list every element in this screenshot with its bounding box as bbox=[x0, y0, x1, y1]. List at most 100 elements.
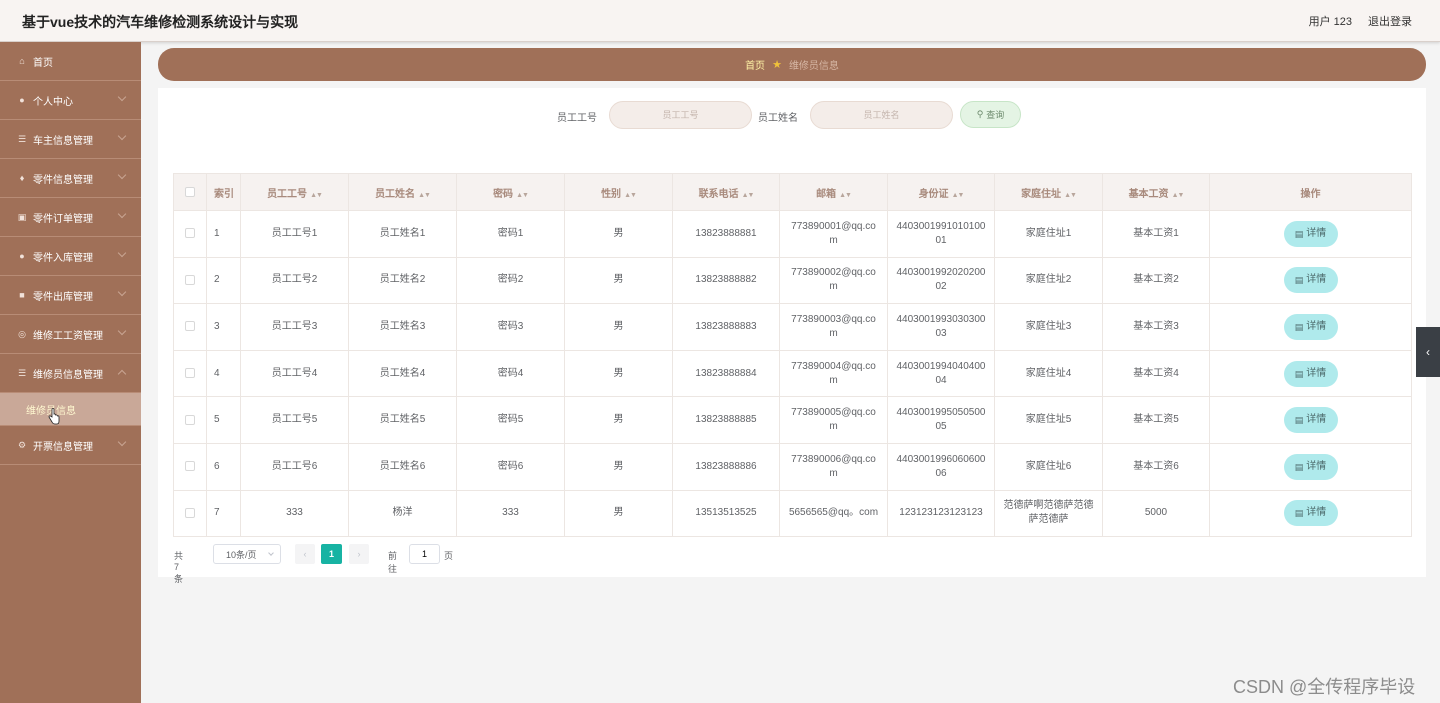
detail-button[interactable]: ▤ 详情 bbox=[1283, 220, 1338, 247]
cell-password: 密码4 bbox=[456, 349, 565, 398]
row-checkbox[interactable] bbox=[185, 321, 195, 332]
sidebar-item-parts-order[interactable]: ▣ 零件订单管理 bbox=[0, 198, 141, 237]
column-header-email[interactable]: 邮箱 ▲▼ bbox=[779, 173, 888, 211]
document-icon: ▤ bbox=[1294, 508, 1304, 519]
sort-icon[interactable]: ▲▼ bbox=[418, 192, 431, 199]
column-header-address[interactable]: 家庭住址 ▲▼ bbox=[994, 173, 1103, 211]
logout-link[interactable]: 退出登录 bbox=[1368, 13, 1412, 29]
page-size-value: 10条/页 bbox=[226, 549, 257, 560]
sort-icon[interactable]: ▲▼ bbox=[1064, 192, 1077, 199]
employee-id-label: 员工工号 bbox=[557, 113, 597, 124]
row-checkbox[interactable] bbox=[185, 274, 195, 285]
breadcrumb-home[interactable]: 首页 bbox=[745, 57, 765, 72]
detail-button[interactable]: ▤ 详情 bbox=[1283, 360, 1338, 387]
sidebar-item-wages[interactable]: ◎ 维修工工资管理 bbox=[0, 315, 141, 354]
column-header-password[interactable]: 密码 ▲▼ bbox=[456, 173, 565, 211]
row-checkbox[interactable] bbox=[185, 461, 195, 472]
sidebar-item-personal-center[interactable]: ● 个人中心 bbox=[0, 81, 141, 120]
page-size-select[interactable]: 10条/页 bbox=[213, 544, 281, 564]
detail-button-label: 详情 bbox=[1306, 414, 1327, 426]
sort-icon[interactable]: ▲▼ bbox=[1172, 192, 1185, 199]
row-checkbox-cell bbox=[173, 396, 207, 444]
location-icon: ● bbox=[19, 251, 25, 261]
cell-id-card: 440300199606060006 bbox=[887, 442, 995, 491]
chevron-left-icon: ‹ bbox=[1426, 345, 1430, 359]
column-header-employee-name[interactable]: 员工姓名 ▲▼ bbox=[348, 173, 457, 211]
column-header-id-card[interactable]: 身份证 ▲▼ bbox=[887, 173, 995, 211]
box-icon: ■ bbox=[19, 290, 25, 300]
sidebar-item-owner-info[interactable]: ☰ 车主信息管理 bbox=[0, 120, 141, 159]
column-header-employee-id[interactable]: 员工工号 ▲▼ bbox=[240, 173, 349, 211]
cell-phone: 13823888885 bbox=[672, 396, 780, 444]
page-suffix-label: 页 bbox=[444, 551, 454, 561]
sidebar-subitem-repairer-info[interactable]: 维修员信息 bbox=[0, 393, 141, 426]
row-checkbox-cell bbox=[173, 256, 207, 305]
chevron-down-icon bbox=[117, 209, 127, 219]
page-number-current[interactable]: 1 bbox=[321, 544, 342, 564]
search-button[interactable]: ⚲ 查询 bbox=[960, 101, 1021, 128]
sidebar-item-label: 维修员信息管理 bbox=[33, 369, 103, 381]
cell-salary: 基本工资1 bbox=[1102, 210, 1210, 258]
document-icon: ▤ bbox=[1294, 228, 1304, 239]
sort-icon[interactable]: ▲▼ bbox=[952, 192, 965, 199]
sidebar-item-parts-info[interactable]: ♦ 零件信息管理 bbox=[0, 159, 141, 198]
select-all-checkbox-cell bbox=[173, 173, 207, 211]
sidebar-item-repairer-management[interactable]: ☰ 维修员信息管理 bbox=[0, 354, 141, 393]
cell-employee-id: 员工工号2 bbox=[240, 256, 349, 305]
next-page-button[interactable]: › bbox=[349, 544, 369, 564]
column-header-gender[interactable]: 性别 ▲▼ bbox=[564, 173, 673, 211]
cell-id-card: 440300199202020002 bbox=[887, 256, 995, 305]
sidebar-item-parts-inbound[interactable]: ● 零件入库管理 bbox=[0, 237, 141, 276]
goto-page-input[interactable] bbox=[409, 544, 440, 564]
sidebar-item-home[interactable]: ⌂ 首页 bbox=[0, 42, 141, 81]
row-checkbox[interactable] bbox=[185, 367, 195, 378]
cell-email: 5656565@qq。com bbox=[779, 489, 888, 538]
column-header-actions: 操作 bbox=[1209, 173, 1412, 211]
row-checkbox[interactable] bbox=[185, 414, 195, 425]
cell-actions: ▤ 详情 bbox=[1209, 210, 1412, 258]
sort-icon[interactable]: ▲▼ bbox=[310, 192, 323, 199]
select-all-checkbox[interactable] bbox=[185, 186, 195, 197]
cell-phone: 13823888883 bbox=[672, 303, 780, 351]
sort-icon[interactable]: ▲▼ bbox=[742, 192, 755, 199]
employee-id-input[interactable] bbox=[609, 101, 752, 129]
detail-button-label: 详情 bbox=[1306, 460, 1327, 472]
side-panel-toggle[interactable]: ‹ bbox=[1416, 327, 1440, 377]
cell-index: 3 bbox=[206, 303, 241, 351]
row-checkbox[interactable] bbox=[185, 228, 195, 239]
sort-icon[interactable]: ▲▼ bbox=[516, 192, 529, 199]
detail-button[interactable]: ▤ 详情 bbox=[1283, 453, 1338, 480]
cell-gender: 男 bbox=[564, 442, 673, 491]
detail-button[interactable]: ▤ 详情 bbox=[1283, 500, 1338, 527]
current-user: 用户 123 bbox=[1308, 16, 1352, 28]
sidebar-item-invoice[interactable]: ⚙ 开票信息管理 bbox=[0, 426, 141, 465]
cell-id-card: 123123123123123 bbox=[887, 489, 995, 538]
detail-button[interactable]: ▤ 详情 bbox=[1283, 313, 1338, 340]
sort-icon[interactable]: ▲▼ bbox=[839, 192, 852, 199]
cell-actions: ▤ 详情 bbox=[1209, 349, 1412, 398]
cell-employee-id: 333 bbox=[240, 489, 349, 538]
prev-page-button[interactable]: ‹ bbox=[295, 544, 315, 564]
cell-password: 密码5 bbox=[456, 396, 565, 444]
sidebar-item-label: 零件信息管理 bbox=[33, 174, 93, 186]
detail-button[interactable]: ▤ 详情 bbox=[1283, 267, 1338, 294]
employee-name-input[interactable] bbox=[810, 101, 953, 129]
document-icon: ▤ bbox=[1294, 321, 1304, 332]
table-row: 6 员工工号6 员工姓名6 密码6 男 13823888886 773890006@qq.c… bbox=[173, 442, 1412, 491]
chevron-down-icon bbox=[117, 131, 127, 141]
sort-icon[interactable]: ▲▼ bbox=[624, 192, 637, 199]
cell-gender: 男 bbox=[564, 256, 673, 305]
cell-employee-id: 员工工号5 bbox=[240, 396, 349, 444]
cell-gender: 男 bbox=[564, 210, 673, 258]
chevron-down-icon bbox=[117, 326, 127, 336]
column-header-salary[interactable]: 基本工资 ▲▼ bbox=[1102, 173, 1210, 211]
cell-password: 密码6 bbox=[456, 442, 565, 491]
cell-address: 家庭住址1 bbox=[994, 210, 1103, 258]
sidebar-item-parts-outbound[interactable]: ■ 零件出库管理 bbox=[0, 276, 141, 315]
column-header-phone[interactable]: 联系电话 ▲▼ bbox=[672, 173, 780, 211]
cell-email: 773890004@qq.com bbox=[779, 349, 888, 398]
cell-phone: 13823888882 bbox=[672, 256, 780, 305]
column-header-index: 索引 bbox=[206, 173, 241, 211]
detail-button[interactable]: ▤ 详情 bbox=[1283, 407, 1338, 434]
row-checkbox[interactable] bbox=[185, 507, 195, 518]
